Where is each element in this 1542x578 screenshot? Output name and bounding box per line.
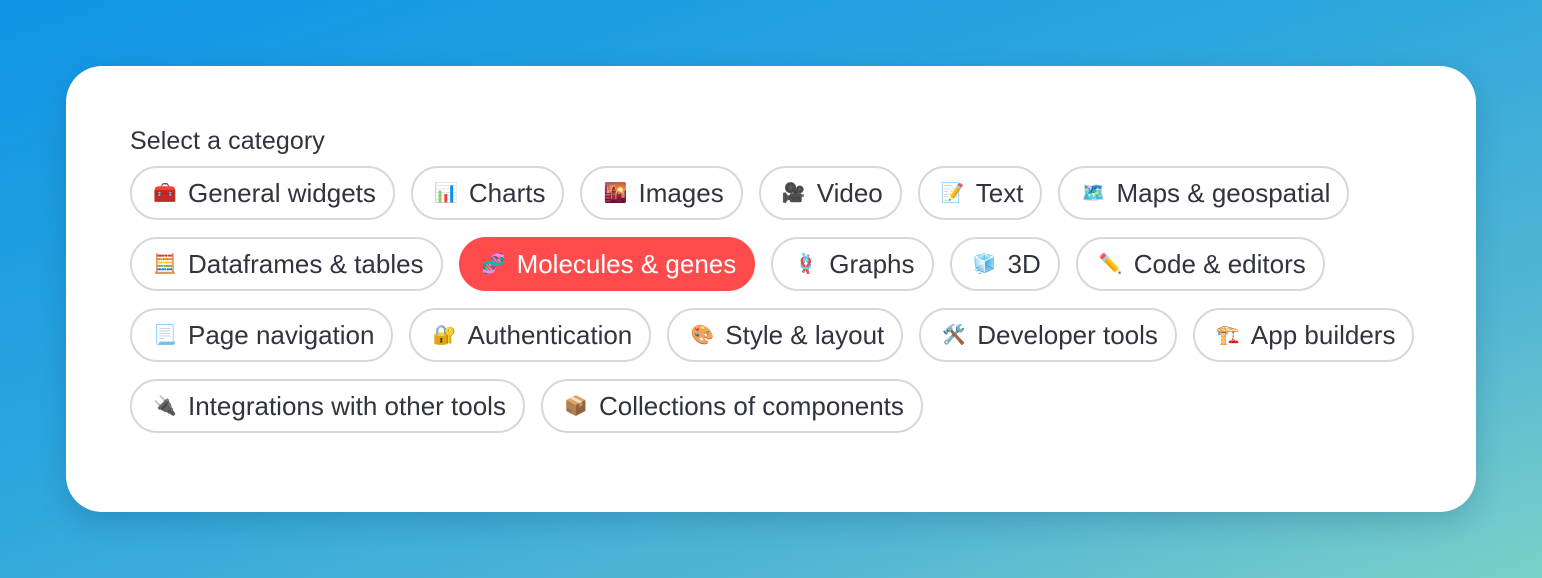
category-pill-label: 3D: [1007, 248, 1041, 279]
sunset-image-icon: 🌇: [603, 182, 628, 204]
category-pill-label: Images: [638, 177, 724, 208]
page-icon: 📃: [153, 324, 177, 346]
plug-icon: 🔌: [153, 395, 177, 417]
package-icon: 📦: [564, 395, 588, 417]
category-pill[interactable]: 🪢 Graphs: [771, 237, 934, 291]
category-pill[interactable]: 📦 Collections of components: [540, 379, 923, 433]
category-pill[interactable]: ✏️ Code & editors: [1075, 237, 1325, 291]
category-pill-label: Collections of components: [598, 390, 904, 421]
category-pill[interactable]: 🛠️ Developer tools: [919, 308, 1177, 362]
category-pill-label: Molecules & genes: [516, 248, 737, 279]
pencil-icon: ✏️: [1098, 253, 1123, 275]
category-pill-label: Page navigation: [188, 319, 375, 350]
ice-cube-icon: 🧊: [972, 253, 997, 275]
video-camera-icon: 🎥: [781, 182, 806, 204]
dna-icon: 🧬: [481, 253, 506, 275]
category-pill-label: General widgets: [188, 177, 376, 208]
category-pill-label: Integrations with other tools: [188, 390, 506, 421]
category-pill[interactable]: 🎨 Style & layout: [667, 308, 904, 362]
category-pill-label: Authentication: [467, 319, 633, 350]
tools-icon: 🛠️: [942, 324, 967, 346]
category-pill-label: Charts: [468, 177, 546, 208]
map-icon: 🗺️: [1081, 182, 1106, 204]
category-pill-group: 🧰 General widgets 📊 Charts 🌇 Images 🎥 Video 📝 Tex…: [130, 166, 1430, 433]
lock-key-icon: 🔐: [432, 324, 457, 346]
category-pill-label: Maps & geospatial: [1116, 177, 1331, 208]
category-pill[interactable]: 🎥 Video: [758, 166, 902, 220]
category-pill[interactable]: 🌇 Images: [580, 166, 743, 220]
category-pill-label: Video: [816, 177, 883, 208]
memo-icon: 📝: [940, 182, 965, 204]
category-pill[interactable]: 🧊 3D: [949, 237, 1060, 291]
category-pill[interactable]: 🗺️ Maps & geospatial: [1058, 166, 1350, 220]
category-pill[interactable]: 🏗️ App builders: [1192, 308, 1415, 362]
category-pill-label: Developer tools: [977, 319, 1158, 350]
category-pill[interactable]: 📝 Text: [917, 166, 1043, 220]
category-heading: Select a category: [130, 127, 325, 155]
category-pill-label: Dataframes & tables: [188, 248, 424, 279]
category-pill[interactable]: 🔐 Authentication: [409, 308, 652, 362]
category-pill-label: Text: [975, 177, 1024, 208]
bar-chart-icon: 📊: [434, 182, 458, 204]
category-pill[interactable]: 📊 Charts: [410, 166, 565, 220]
category-pill-label: Style & layout: [725, 319, 885, 350]
category-pill[interactable]: 🧰 General widgets: [130, 166, 395, 220]
abacus-icon: 🧮: [153, 253, 177, 275]
palette-icon: 🎨: [690, 324, 715, 346]
toolbox-icon: 🧰: [153, 182, 177, 204]
knot-icon: 🪢: [794, 253, 819, 275]
category-pill-label: Graphs: [829, 248, 915, 279]
category-pill[interactable]: 🧮 Dataframes & tables: [130, 237, 443, 291]
construction-crane-icon: 🏗️: [1216, 324, 1240, 346]
category-pill[interactable]: 🧬 Molecules & genes: [458, 237, 756, 291]
category-pill[interactable]: 🔌 Integrations with other tools: [130, 379, 525, 433]
category-pill-label: Code & editors: [1133, 248, 1306, 279]
category-pill-label: App builders: [1250, 319, 1396, 350]
category-selector-card: Select a category 🧰 General widgets 📊 Chart…: [66, 66, 1476, 512]
category-pill[interactable]: 📃 Page navigation: [130, 308, 394, 362]
